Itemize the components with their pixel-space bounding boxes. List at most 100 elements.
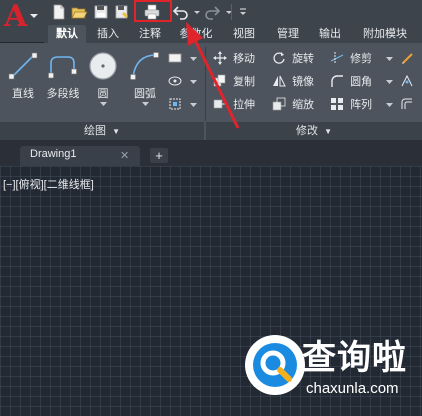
line-icon: [8, 52, 38, 80]
rectangle-icon: [168, 53, 182, 63]
document-tab-bar: Drawing1 ✕ +: [0, 141, 422, 166]
circle-tool-label: 圆: [97, 88, 109, 100]
copy-tool-label: 复制: [233, 76, 256, 88]
line-tool-label: 直线: [12, 88, 34, 100]
mirror-tool-label: 镜像: [292, 76, 315, 88]
watermark-url: chaxunla.com: [306, 380, 399, 397]
customize-icon[interactable]: [234, 3, 246, 21]
chevron-down-icon[interactable]: [386, 103, 393, 108]
quick-access-toolbar: [0, 0, 422, 24]
polyline-tool[interactable]: 多段线: [42, 49, 84, 101]
ribbon-tabs: 默认 插入 注释 参数化 视图 管理 输出 附加模块: [44, 24, 422, 43]
chevron-down-icon: ▼: [324, 127, 332, 136]
modify-panel-title[interactable]: 修改 ▼: [206, 122, 422, 140]
redo-dropdown-icon[interactable]: [220, 3, 232, 21]
chevron-down-icon: ▼: [112, 127, 120, 136]
tab-default[interactable]: 默认: [48, 25, 86, 43]
stretch-icon: [213, 99, 226, 109]
ribbon: 直线 多段线 圆 圆弧 绘图 ▼ 移动 旋转 修剪 复制 镜像 圆角 拉伸 缩放…: [0, 43, 422, 141]
chevron-down-icon[interactable]: [190, 103, 197, 108]
save-as-icon[interactable]: [113, 3, 131, 21]
arc-icon: [130, 52, 159, 80]
scale-tool-label: 缩放: [292, 99, 315, 111]
autocad-logo: A: [4, 0, 28, 34]
chevron-down-icon[interactable]: [99, 102, 107, 107]
polyline-icon: [48, 56, 77, 79]
tab-annotate[interactable]: 注释: [132, 25, 168, 43]
tab-parametric[interactable]: 参数化: [172, 25, 220, 43]
stretch-tool[interactable]: 拉伸: [213, 95, 255, 115]
rotate-tool[interactable]: 旋转: [272, 49, 314, 69]
chevron-down-icon[interactable]: [386, 57, 393, 62]
mirror-icon: [273, 75, 286, 87]
new-tab-button[interactable]: +: [150, 148, 168, 163]
hatch-icon: [168, 76, 182, 86]
scale-tool[interactable]: 缩放: [272, 95, 314, 115]
redo-icon[interactable]: [203, 3, 221, 21]
trim-tool-label: 修剪: [350, 53, 373, 65]
copy-icon: [213, 74, 226, 87]
new-icon[interactable]: [50, 3, 68, 21]
document-tab[interactable]: Drawing1 ✕: [20, 146, 140, 166]
circle-icon: [89, 52, 117, 80]
trim-tool[interactable]: 修剪: [330, 49, 372, 69]
move-tool-label: 移动: [233, 53, 256, 65]
array-tool[interactable]: 阵列: [330, 95, 372, 115]
draw-panel-title[interactable]: 绘图 ▼: [0, 122, 204, 140]
trim-icon: [330, 52, 344, 64]
watermark-logo-icon: [245, 335, 305, 395]
close-icon[interactable]: ✕: [120, 149, 129, 162]
print-highlight-box: [134, 0, 172, 22]
watermark: 查询啦 chaxunla.com: [240, 330, 412, 408]
document-tab-name: Drawing1: [30, 148, 77, 160]
watermark-text: 查询啦: [302, 338, 407, 378]
move-icon: [213, 51, 227, 65]
tab-insert[interactable]: 插入: [90, 25, 126, 43]
scale-icon: [272, 97, 286, 111]
application-menu-button[interactable]: A: [0, 0, 44, 42]
offset-tool[interactable]: [400, 95, 417, 115]
open-icon[interactable]: [70, 3, 88, 21]
draw-panel-title-text: 绘图: [84, 125, 106, 137]
move-tool[interactable]: 移动: [213, 49, 255, 69]
fillet-tool[interactable]: 圆角: [330, 72, 372, 92]
modify-panel-title-text: 修改: [296, 125, 318, 137]
array-icon: [331, 98, 343, 110]
chevron-down-icon[interactable]: [141, 102, 149, 107]
viewport-controls[interactable]: [−][俯视][二维线框]: [3, 176, 94, 192]
explode-icon: [401, 74, 413, 87]
array-tool-label: 阵列: [350, 99, 373, 111]
region-tool[interactable]: [168, 95, 185, 115]
fillet-tool-label: 圆角: [350, 76, 373, 88]
fillet-icon: [331, 75, 343, 87]
mirror-tool[interactable]: 镜像: [272, 72, 314, 92]
panel-separator: [205, 47, 206, 121]
chevron-down-icon[interactable]: [190, 57, 197, 62]
arc-tool-label: 圆弧: [134, 88, 156, 100]
chevron-down-icon: [30, 14, 38, 18]
arc-tool[interactable]: 圆弧: [126, 49, 164, 107]
offset-icon: [401, 98, 412, 109]
line-tool[interactable]: 直线: [4, 49, 42, 101]
tab-view[interactable]: 视图: [226, 25, 262, 43]
chevron-down-icon[interactable]: [190, 80, 197, 85]
polyline-tool-label: 多段线: [46, 88, 80, 100]
undo-dropdown-icon[interactable]: [188, 3, 200, 21]
tab-output[interactable]: 输出: [312, 25, 348, 43]
circle-tool[interactable]: 圆: [84, 49, 122, 107]
tab-manage[interactable]: 管理: [270, 25, 306, 43]
toolbar-separator: [231, 4, 232, 20]
rotate-tool-label: 旋转: [292, 53, 315, 65]
stretch-tool-label: 拉伸: [233, 99, 256, 111]
hatch-tool[interactable]: [168, 72, 185, 92]
explode-tool[interactable]: [400, 72, 417, 92]
rectangle-tool[interactable]: [168, 49, 185, 69]
erase-icon: [402, 53, 413, 64]
copy-tool[interactable]: 复制: [213, 72, 255, 92]
chevron-down-icon[interactable]: [386, 80, 393, 85]
region-icon: [169, 98, 181, 110]
tab-addins[interactable]: 附加模块: [352, 25, 418, 43]
erase-tool[interactable]: [400, 49, 417, 69]
rotate-icon: [273, 52, 285, 64]
save-icon[interactable]: [92, 3, 110, 21]
